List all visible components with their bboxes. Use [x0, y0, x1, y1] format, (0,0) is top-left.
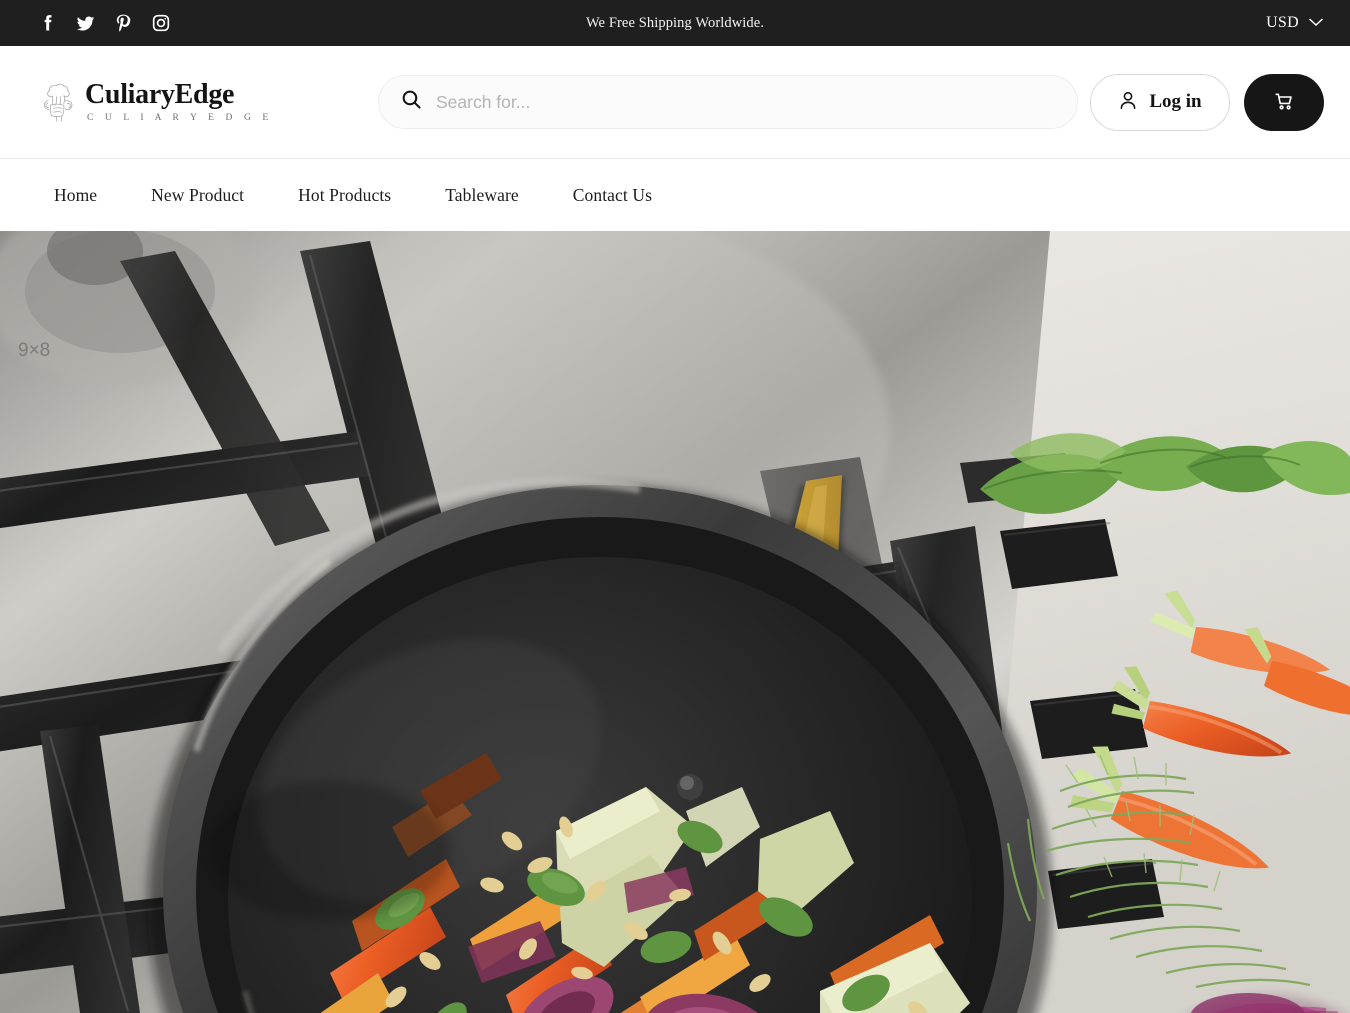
- nav-item-hot-products[interactable]: Hot Products: [298, 185, 391, 206]
- brand-subtitle: C U L I A R Y E D G E: [87, 112, 273, 123]
- nav-item-new-product[interactable]: New Product: [151, 185, 244, 206]
- search-input[interactable]: [436, 91, 1055, 113]
- header-actions: Log in: [1090, 73, 1324, 131]
- search-icon: [401, 89, 422, 115]
- login-button[interactable]: Log in: [1090, 73, 1230, 131]
- cart-button[interactable]: [1244, 73, 1324, 131]
- login-label: Log in: [1149, 91, 1202, 112]
- facebook-icon[interactable]: [36, 12, 58, 34]
- currency-label: USD: [1266, 14, 1299, 31]
- chevron-down-icon: [1308, 14, 1324, 32]
- site-header: CuliaryEdge C U L I A R Y E D G E Log in: [0, 46, 1350, 159]
- main-navigation: Home New Product Hot Products Tableware …: [0, 159, 1350, 231]
- nav-item-contact-us[interactable]: Contact Us: [573, 185, 652, 206]
- hero-image: 9×8: [0, 231, 1350, 1013]
- announcement-bar: We Free Shipping Worldwide. USD: [0, 0, 1350, 46]
- chef-sketch-icon: [36, 79, 80, 125]
- nav-item-home[interactable]: Home: [54, 185, 97, 206]
- instagram-icon[interactable]: [150, 12, 172, 34]
- pinterest-icon[interactable]: [112, 12, 134, 34]
- twitter-icon[interactable]: [74, 12, 96, 34]
- brand-name: CuliaryEdge: [85, 78, 235, 110]
- shopping-cart-icon: [1272, 89, 1296, 116]
- hero-banner[interactable]: 9×8: [0, 231, 1350, 1013]
- currency-selector[interactable]: USD: [1266, 14, 1324, 32]
- search-box[interactable]: [378, 75, 1078, 129]
- social-links: [0, 12, 172, 34]
- brand-logo[interactable]: CuliaryEdge C U L I A R Y E D G E: [36, 79, 366, 125]
- user-icon: [1118, 90, 1138, 114]
- nav-item-tableware[interactable]: Tableware: [445, 185, 519, 206]
- svg-text:9×8: 9×8: [18, 340, 50, 361]
- announcement-message: We Free Shipping Worldwide.: [585, 14, 765, 31]
- search-area: [366, 75, 1090, 129]
